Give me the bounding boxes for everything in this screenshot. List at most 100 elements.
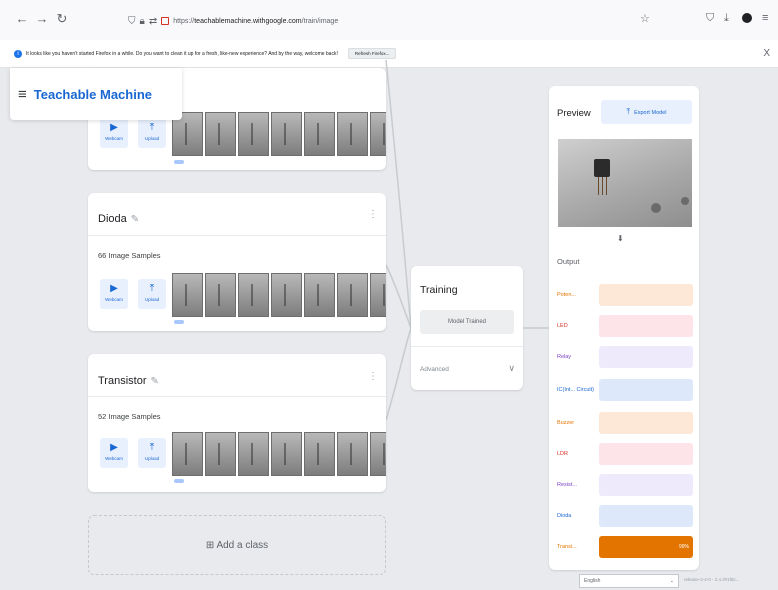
sample-thumbnail[interactable] bbox=[271, 112, 302, 156]
language-value: English bbox=[584, 578, 601, 584]
sample-thumbnail[interactable] bbox=[205, 112, 236, 156]
version-text: release-2-4-0 - 2.4.3#1f8c... bbox=[684, 577, 740, 582]
thumbnail-scrollbar[interactable] bbox=[174, 479, 184, 483]
output-class-label: Buzzer bbox=[557, 419, 575, 426]
more-options-icon[interactable]: ⋮ bbox=[368, 371, 378, 382]
output-row: IC(Int... Circuit) bbox=[557, 379, 693, 401]
background-spot bbox=[681, 197, 689, 205]
add-class-button[interactable]: ⊞ Add a class bbox=[88, 515, 386, 575]
export-icon: ⤒ bbox=[626, 107, 631, 116]
thumbnail-scrollbar[interactable] bbox=[174, 320, 184, 324]
output-row: LED bbox=[557, 315, 693, 337]
sample-thumbnail[interactable] bbox=[271, 273, 302, 317]
webcam-button[interactable]: ▶︎ Webcam bbox=[100, 118, 128, 148]
sample-thumbnail[interactable] bbox=[370, 273, 386, 317]
output-row: Poten... bbox=[557, 284, 693, 306]
confidence-bar: 99% bbox=[599, 536, 693, 558]
webcam-icon: ▶︎ bbox=[110, 442, 118, 453]
class-name-row[interactable]: Transistor ✎ bbox=[98, 371, 159, 389]
sample-count: 52 Image Samples bbox=[98, 412, 161, 421]
output-class-label: LED bbox=[557, 322, 568, 329]
confidence-bar bbox=[599, 284, 693, 306]
webcam-button[interactable]: ▶︎ Webcam bbox=[100, 279, 128, 309]
sample-thumbnail[interactable] bbox=[172, 273, 203, 317]
more-options-icon[interactable]: ⋮ bbox=[368, 209, 378, 220]
sample-thumbnail[interactable] bbox=[271, 432, 302, 476]
divider bbox=[411, 346, 523, 347]
sample-thumbnail[interactable] bbox=[337, 432, 368, 476]
training-title: Training bbox=[420, 284, 458, 296]
class-name[interactable]: Transistor bbox=[98, 375, 147, 387]
upload-button[interactable]: ⤒ Upload bbox=[138, 279, 166, 309]
output-row: Resist... bbox=[557, 474, 693, 496]
sample-thumbnail[interactable] bbox=[238, 112, 269, 156]
output-class-label: Resist... bbox=[557, 481, 577, 488]
edit-pencil-icon[interactable]: ✎ bbox=[131, 214, 139, 225]
sample-count: 66 Image Samples bbox=[98, 251, 161, 260]
sample-thumbnail[interactable] bbox=[238, 432, 269, 476]
sample-thumbnail[interactable] bbox=[370, 112, 386, 156]
chevron-down-icon: ⌄ bbox=[669, 578, 674, 584]
output-row: Transi... 99% bbox=[557, 536, 693, 558]
language-select[interactable]: English ⌄ bbox=[579, 574, 679, 588]
output-row: Dioda bbox=[557, 505, 693, 527]
output-class-label: Transi... bbox=[557, 543, 577, 550]
export-model-button[interactable]: ⤒ Export Model bbox=[601, 100, 692, 124]
sample-thumbnail[interactable] bbox=[370, 432, 386, 476]
sample-thumbnails bbox=[172, 112, 386, 156]
sample-thumbnail[interactable] bbox=[205, 432, 236, 476]
upload-button[interactable]: ⤒ Upload bbox=[138, 438, 166, 468]
upload-button[interactable]: ⤒ Upload bbox=[138, 118, 166, 148]
thumbnail-scrollbar[interactable] bbox=[174, 160, 184, 164]
confidence-bar bbox=[599, 379, 693, 401]
confidence-bar bbox=[599, 505, 693, 527]
transistor-lead bbox=[606, 177, 607, 195]
output-class-label: Relay bbox=[557, 353, 572, 360]
output-class-label: Dioda bbox=[557, 512, 572, 519]
webcam-icon: ▶︎ bbox=[110, 122, 118, 133]
sample-thumbnail[interactable] bbox=[304, 112, 335, 156]
output-class-label: Poten... bbox=[557, 291, 576, 298]
upload-icon: ⤒ bbox=[149, 122, 155, 133]
advanced-toggle[interactable]: Advanced bbox=[420, 366, 449, 373]
model-trained-button[interactable]: Model Trained bbox=[420, 310, 514, 334]
app-title[interactable]: Teachable Machine bbox=[34, 87, 152, 102]
class-card: Dioda ✎ ⋮ 66 Image Samples ▶︎ Webcam ⤒ Uplo… bbox=[88, 193, 386, 331]
sample-thumbnails bbox=[172, 273, 386, 317]
divider bbox=[88, 235, 386, 236]
confidence-bar bbox=[599, 474, 693, 496]
sample-thumbnail[interactable] bbox=[205, 273, 236, 317]
preview-card: Preview ⤒ Export Model ⬇ Output Poten... L… bbox=[549, 86, 699, 570]
edit-pencil-icon[interactable]: ✎ bbox=[151, 376, 159, 387]
output-row: LDR bbox=[557, 443, 693, 465]
webcam-button[interactable]: ▶︎ Webcam bbox=[100, 438, 128, 468]
confidence-bar bbox=[599, 443, 693, 465]
sample-thumbnail[interactable] bbox=[337, 273, 368, 317]
hamburger-menu-icon[interactable]: ≡ bbox=[18, 86, 27, 103]
confidence-bar bbox=[599, 412, 693, 434]
sample-thumbnail[interactable] bbox=[337, 112, 368, 156]
sample-thumbnail[interactable] bbox=[172, 432, 203, 476]
down-arrow-icon: ⬇ bbox=[617, 234, 624, 243]
chevron-down-icon[interactable]: ∨ bbox=[508, 363, 515, 374]
training-card: Training Model Trained Advanced ∨ bbox=[411, 266, 523, 390]
sample-thumbnails bbox=[172, 432, 386, 476]
background-spot bbox=[651, 203, 661, 213]
sample-thumbnail[interactable] bbox=[304, 273, 335, 317]
sample-thumbnail[interactable] bbox=[238, 273, 269, 317]
upload-icon: ⤒ bbox=[149, 283, 155, 294]
transistor-lead bbox=[598, 177, 599, 195]
divider bbox=[88, 396, 386, 397]
class-name[interactable]: Dioda bbox=[98, 213, 127, 225]
webcam-preview bbox=[558, 139, 692, 227]
preview-title: Preview bbox=[557, 108, 591, 119]
app-header: ≡ Teachable Machine bbox=[10, 68, 182, 120]
confidence-bar bbox=[599, 346, 693, 368]
confidence-percent: 99% bbox=[678, 544, 689, 550]
class-name-row[interactable]: Dioda ✎ bbox=[98, 209, 139, 227]
output-class-label: IC(Int... Circuit) bbox=[557, 386, 594, 393]
transistor-object bbox=[594, 159, 610, 177]
sample-thumbnail[interactable] bbox=[304, 432, 335, 476]
output-label: Output bbox=[557, 257, 580, 266]
webcam-icon: ▶︎ bbox=[110, 283, 118, 294]
